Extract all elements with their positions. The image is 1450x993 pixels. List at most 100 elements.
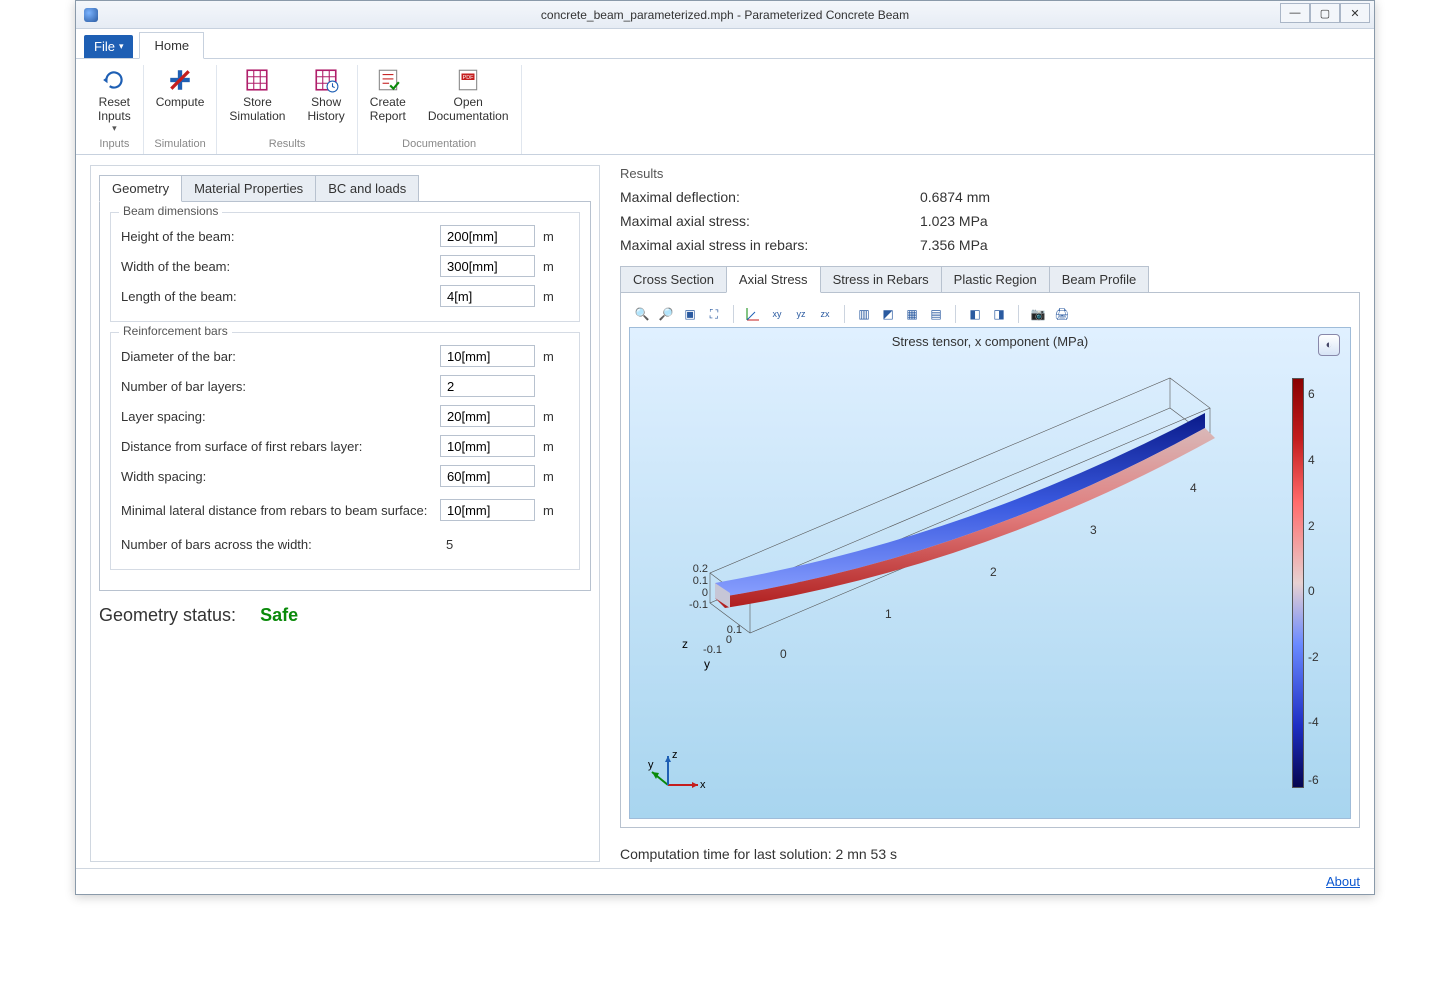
about-link[interactable]: About: [1326, 874, 1360, 889]
unit-width-spacing: m: [543, 469, 569, 484]
print-icon[interactable]: 🖨: [1053, 305, 1071, 323]
create-report-button[interactable]: Create Report: [366, 65, 410, 125]
yz-view-icon[interactable]: yz: [792, 305, 810, 323]
unit-bar-diameter: m: [543, 349, 569, 364]
group-label-docs: Documentation: [402, 138, 476, 150]
input-width-spacing[interactable]: [440, 465, 535, 487]
tab-axial-stress[interactable]: Axial Stress: [726, 266, 821, 293]
unit-layer-spacing: m: [543, 409, 569, 424]
label-layer-spacing: Layer spacing:: [121, 409, 440, 424]
footer: About: [76, 868, 1374, 894]
results-section: Results Maximal deflection:0.6874 mm Max…: [620, 165, 1360, 257]
plot-panel: 🔍 🔎 ▣ ⛶ xy yz zx ▥ ◩ ▦ ▤ ◧ ◨: [620, 292, 1360, 828]
input-beam-width[interactable]: [440, 255, 535, 277]
unit-first-layer-dist: m: [543, 439, 569, 454]
label-max-axial-stress-rebars: Maximal axial stress in rebars:: [620, 237, 920, 253]
plot-area[interactable]: Stress tensor, x component (MPa) ◐: [629, 327, 1351, 819]
scene-light-icon[interactable]: ▥: [855, 305, 873, 323]
group-label-inputs: Inputs: [99, 138, 129, 150]
comsol-logo-icon: ◐: [1318, 334, 1340, 356]
zoom-out-icon[interactable]: 🔎: [657, 305, 675, 323]
svg-text:2: 2: [990, 565, 997, 579]
svg-text:0.1: 0.1: [727, 624, 742, 636]
label-width-spacing: Width spacing:: [121, 469, 440, 484]
svg-text:PDF: PDF: [463, 75, 475, 81]
value-max-deflection: 0.6874 mm: [920, 189, 990, 205]
group-label-simulation: Simulation: [154, 138, 205, 150]
transparency-icon[interactable]: ◩: [879, 305, 897, 323]
label-bar-diameter: Diameter of the bar:: [121, 349, 440, 364]
minimize-button[interactable]: —: [1280, 3, 1310, 23]
select-icon[interactable]: ◧: [966, 305, 984, 323]
undo-icon: [101, 67, 127, 93]
tab-bc-loads[interactable]: BC and loads: [315, 175, 419, 202]
wireframe-icon[interactable]: ▦: [903, 305, 921, 323]
report-icon: [375, 67, 401, 93]
group-label-results: Results: [269, 138, 306, 150]
svg-text:y: y: [648, 759, 654, 771]
tab-geometry[interactable]: Geometry: [99, 175, 182, 202]
reset-inputs-button[interactable]: Reset Inputs ▾: [94, 65, 135, 136]
history-icon: [313, 67, 339, 93]
tab-home[interactable]: Home: [139, 32, 204, 59]
results-title: Results: [620, 166, 1360, 181]
snapshot-icon[interactable]: 📷: [1029, 305, 1047, 323]
label-beam-width: Width of the beam:: [121, 259, 440, 274]
compute-icon: [167, 67, 193, 93]
grid-icon: [244, 67, 270, 93]
title-bar: concrete_beam_parameterized.mph - Parame…: [76, 1, 1374, 29]
tab-cross-section[interactable]: Cross Section: [620, 266, 727, 293]
store-simulation-button[interactable]: Store Simulation: [225, 65, 289, 125]
fieldset-beam-dimensions: Beam dimensions Height of the beam: m Wi…: [110, 212, 580, 322]
svg-text:0.1: 0.1: [693, 575, 708, 587]
maximize-button[interactable]: ▢: [1310, 3, 1340, 23]
legend-beam-dimensions: Beam dimensions: [119, 204, 222, 218]
svg-text:z: z: [682, 637, 688, 651]
value-num-bars-width: 5: [440, 537, 535, 552]
input-bar-diameter[interactable]: [440, 345, 535, 367]
zoom-in-icon[interactable]: 🔍: [633, 305, 651, 323]
tab-plastic-region[interactable]: Plastic Region: [941, 266, 1050, 293]
label-min-lateral-dist: Minimal lateral distance from rebars to …: [121, 503, 440, 518]
tab-stress-rebars[interactable]: Stress in Rebars: [820, 266, 942, 293]
svg-text:3: 3: [1090, 523, 1097, 537]
zoom-box-icon[interactable]: ▣: [681, 305, 699, 323]
tab-material-properties[interactable]: Material Properties: [181, 175, 316, 202]
default-view-icon[interactable]: [744, 305, 762, 323]
grid-icon[interactable]: ▤: [927, 305, 945, 323]
label-max-deflection: Maximal deflection:: [620, 189, 920, 205]
selection-list-icon[interactable]: ◨: [990, 305, 1008, 323]
window-title: concrete_beam_parameterized.mph - Parame…: [76, 8, 1374, 22]
svg-text:4: 4: [1190, 481, 1197, 495]
input-layer-spacing[interactable]: [440, 405, 535, 427]
z-axis-ticks: -0.1 0 0.1 0.2: [689, 563, 708, 611]
svg-text:y: y: [704, 657, 710, 671]
tab-beam-profile[interactable]: Beam Profile: [1049, 266, 1149, 293]
computation-time: Computation time for last solution: 2 mn…: [620, 846, 1360, 862]
xy-view-icon[interactable]: xy: [768, 305, 786, 323]
fieldset-reinforcement-bars: Reinforcement bars Diameter of the bar: …: [110, 332, 580, 570]
input-bar-layers[interactable]: [440, 375, 535, 397]
zx-view-icon[interactable]: zx: [816, 305, 834, 323]
open-documentation-button[interactable]: PDF Open Documentation: [424, 65, 513, 125]
svg-text:0: 0: [780, 647, 787, 661]
y-axis-ticks: -0.1 0 0.1: [703, 624, 742, 656]
input-min-lateral-dist[interactable]: [440, 499, 535, 521]
value-max-axial-stress: 1.023 MPa: [920, 213, 988, 229]
file-menu-button[interactable]: File: [84, 35, 133, 58]
input-beam-height[interactable]: [440, 225, 535, 247]
status-value: Safe: [260, 605, 298, 626]
ribbon: Reset Inputs ▾ Inputs Compute Simulation…: [76, 59, 1374, 155]
svg-text:0: 0: [702, 587, 708, 599]
svg-text:0.2: 0.2: [693, 563, 708, 575]
close-button[interactable]: ✕: [1340, 3, 1370, 23]
main-window: concrete_beam_parameterized.mph - Parame…: [75, 0, 1375, 895]
input-first-layer-dist[interactable]: [440, 435, 535, 457]
compute-button[interactable]: Compute: [152, 65, 209, 111]
show-history-button[interactable]: Show History: [303, 65, 348, 125]
label-first-layer-dist: Distance from surface of first rebars la…: [121, 439, 440, 454]
svg-text:z: z: [672, 750, 678, 761]
input-beam-length[interactable]: [440, 285, 535, 307]
zoom-extents-icon[interactable]: ⛶: [705, 305, 723, 323]
label-num-bars-width: Number of bars across the width:: [121, 537, 440, 552]
